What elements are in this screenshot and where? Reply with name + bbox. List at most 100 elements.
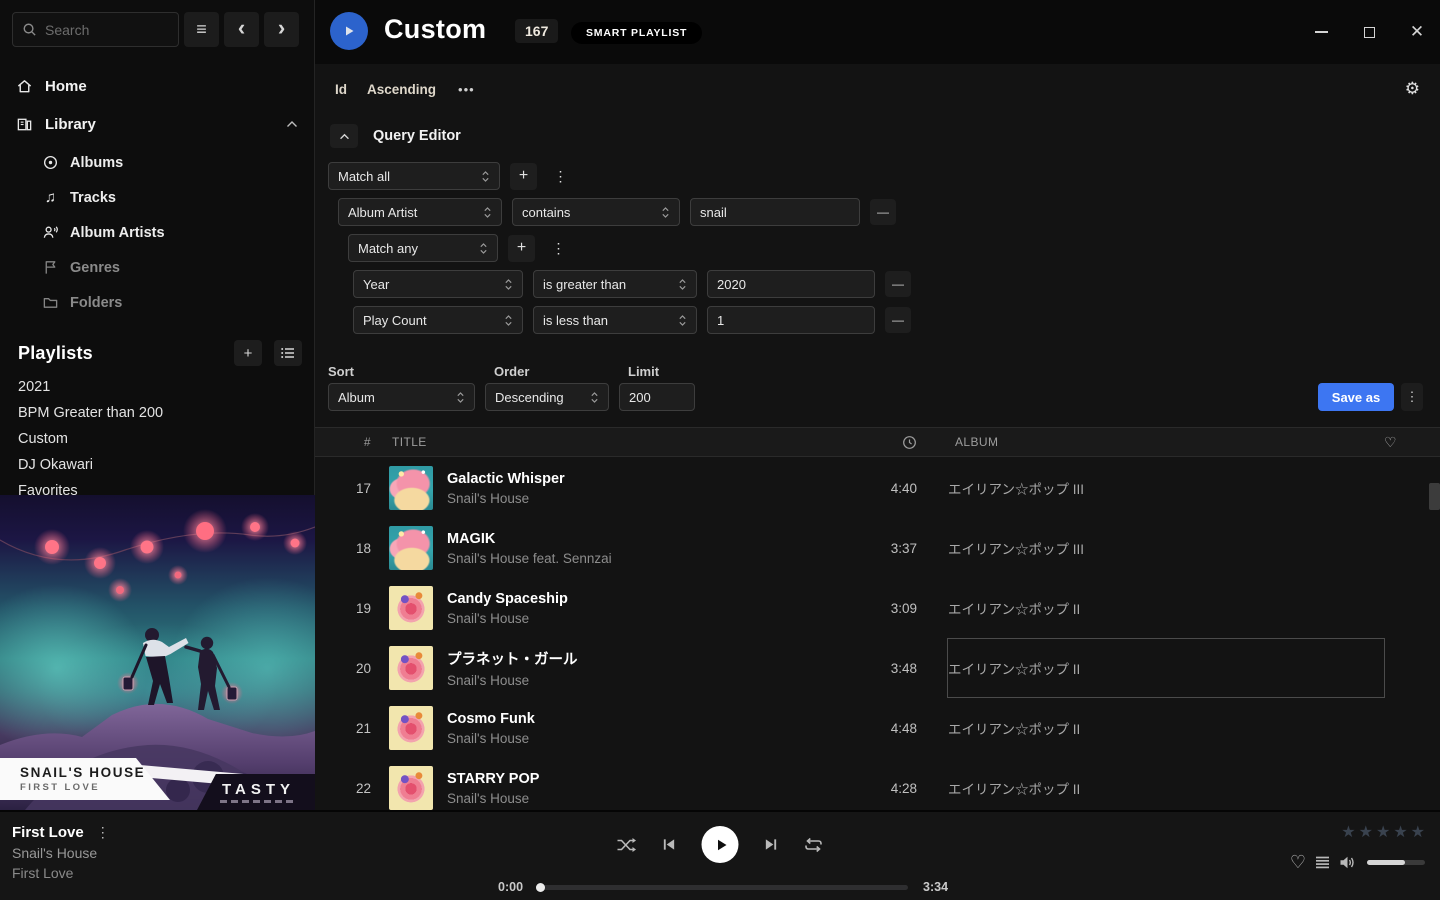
sort-direction-button[interactable]: Ascending <box>367 76 450 103</box>
rule-field-select[interactable]: Play Count <box>353 306 523 334</box>
seek-bar[interactable] <box>538 885 908 890</box>
rule-operator-select[interactable]: contains <box>512 198 680 226</box>
group-options-button[interactable]: ⋮ <box>545 235 572 262</box>
rule-operator-select[interactable]: is less than <box>533 306 697 334</box>
play-pause-button[interactable] <box>702 826 739 863</box>
play-playlist-button[interactable] <box>330 12 368 50</box>
star-icon[interactable]: ★ <box>1359 822 1373 842</box>
sidebar-item-label: Albums <box>70 155 123 171</box>
seek-bar-knob[interactable] <box>536 883 545 892</box>
window-maximize-button[interactable] <box>1360 23 1378 41</box>
sidebar-item-home[interactable]: Home <box>0 67 314 105</box>
save-options-button[interactable]: ⋮ <box>1401 383 1423 411</box>
track-album-cell[interactable]: エイリアン☆ポップ II <box>947 758 1385 818</box>
repeat-button[interactable] <box>804 837 824 853</box>
rule-value-input[interactable] <box>707 270 875 298</box>
track-row[interactable]: 22 STARRY POP Snail's House 4:28 エイリアン☆ポ… <box>315 758 1440 818</box>
sidebar-item-genres[interactable]: Genres <box>0 250 314 285</box>
track-album-cell[interactable]: エイリアン☆ポップ II <box>947 578 1385 638</box>
sidebar-nav: Home Library Albums ♫ Tracks Album Art <box>0 59 314 504</box>
collapse-query-button[interactable] <box>330 124 358 148</box>
sidebar-menu-button[interactable]: ≡ <box>184 12 219 47</box>
track-row[interactable]: 17 Galactic Whisper Snail's House 4:40 エ… <box>315 458 1440 518</box>
track-row[interactable]: 21 Cosmo Funk Snail's House 4:48 エイリアン☆ポ… <box>315 698 1440 758</box>
playlist-item-custom[interactable]: Custom <box>0 426 314 452</box>
column-header-album[interactable]: ALBUM <box>955 435 1384 449</box>
close-icon: ✕ <box>1410 22 1424 42</box>
sidebar-item-albums[interactable]: Albums <box>0 145 314 180</box>
next-button[interactable] <box>764 837 779 852</box>
now-playing-artist[interactable]: Snail's House <box>12 845 110 861</box>
add-rule-button[interactable]: + <box>510 163 537 190</box>
sort-field-button[interactable]: Id <box>335 76 367 103</box>
track-album: エイリアン☆ポップ II <box>948 658 1080 678</box>
playlist-header: Custom 167 SMART PLAYLIST ✕ <box>315 0 1440 64</box>
track-row[interactable]: 20 プラネット・ガール Snail's House 3:48 エイリアン☆ポッ… <box>315 638 1440 698</box>
sidebar: ≡ ‹ › Home Library Albums ♫ Tr <box>0 0 315 810</box>
play-icon <box>714 838 728 852</box>
sidebar-item-album-artists[interactable]: Album Artists <box>0 215 314 250</box>
rule-value-input[interactable] <box>707 306 875 334</box>
column-header-duration[interactable] <box>822 435 925 450</box>
star-icon[interactable]: ★ <box>1376 822 1390 842</box>
star-icon[interactable]: ★ <box>1411 822 1425 842</box>
playlist-item-2021[interactable]: 2021 <box>0 374 314 400</box>
now-playing-options-button[interactable]: ⋮ <box>96 824 110 841</box>
remove-rule-button[interactable]: — <box>870 199 896 225</box>
limit-input[interactable] <box>619 383 695 411</box>
shuffle-button[interactable] <box>617 837 637 853</box>
sidebar-item-library[interactable]: Library <box>0 105 314 143</box>
remove-rule-button[interactable]: — <box>885 271 911 297</box>
track-album-cell[interactable]: エイリアン☆ポップ III <box>947 458 1385 518</box>
now-playing-album[interactable]: First Love <box>12 865 110 881</box>
playlist-list: 2021 BPM Greater than 200 Custom DJ Okaw… <box>0 374 314 504</box>
rule-field-select[interactable]: Album Artist <box>338 198 502 226</box>
sidebar-item-folders[interactable]: Folders <box>0 285 314 320</box>
save-as-button[interactable]: Save as <box>1318 383 1394 411</box>
window-close-button[interactable]: ✕ <box>1408 23 1426 41</box>
playlist-item-bpm[interactable]: BPM Greater than 200 <box>0 400 314 426</box>
star-icon[interactable]: ★ <box>1341 822 1355 842</box>
now-playing-artwork[interactable]: SNAIL'S HOUSE FIRST LOVE TASTY <box>0 495 315 810</box>
star-icon[interactable]: ★ <box>1393 822 1407 842</box>
playlist-list-button[interactable] <box>274 340 302 366</box>
window-minimize-button[interactable] <box>1312 23 1330 41</box>
track-album-cell[interactable]: エイリアン☆ポップ II <box>947 698 1385 758</box>
play-icon <box>342 24 356 38</box>
playlist-item-dj-okawari[interactable]: DJ Okawari <box>0 452 314 478</box>
order-select[interactable]: Descending <box>485 383 609 411</box>
sort-select[interactable]: Album <box>328 383 475 411</box>
volume-slider[interactable] <box>1367 860 1425 865</box>
remove-rule-button[interactable]: — <box>885 307 911 333</box>
search-input-container[interactable] <box>12 12 179 47</box>
column-header-favorite[interactable]: ♡ <box>1384 434 1440 451</box>
column-header-title[interactable]: TITLE <box>392 435 822 449</box>
match-type-select[interactable]: Match any <box>348 234 498 262</box>
rule-field-select[interactable]: Year <box>353 270 523 298</box>
track-meta: Candy Spaceship Snail's House <box>447 591 819 626</box>
track-row[interactable]: 19 Candy Spaceship Snail's House 3:09 エイ… <box>315 578 1440 638</box>
add-rule-button[interactable]: + <box>508 235 535 262</box>
track-row[interactable]: 18 MAGIK Snail's House feat. Sennzai 3:3… <box>315 518 1440 578</box>
sidebar-item-tracks[interactable]: ♫ Tracks <box>0 180 314 215</box>
match-type-select[interactable]: Match all <box>328 162 500 190</box>
track-meta: Galactic Whisper Snail's House <box>447 471 819 506</box>
gear-icon[interactable]: ⚙ <box>1405 79 1420 99</box>
more-options-button[interactable]: ••• <box>450 76 483 103</box>
group-options-button[interactable]: ⋮ <box>547 163 574 190</box>
queue-button[interactable] <box>1315 856 1330 869</box>
rule-value-input[interactable] <box>690 198 860 226</box>
favorite-button[interactable]: ♡ <box>1290 852 1306 873</box>
scrollbar-thumb[interactable] <box>1429 483 1440 510</box>
volume-button[interactable] <box>1339 855 1356 870</box>
column-header-number[interactable]: # <box>315 435 371 449</box>
nav-forward-button[interactable]: › <box>264 12 299 47</box>
search-input[interactable] <box>45 22 155 38</box>
previous-button[interactable] <box>662 837 677 852</box>
limit-label: Limit <box>628 364 659 379</box>
nav-back-button[interactable]: ‹ <box>224 12 259 47</box>
track-album-cell[interactable]: エイリアン☆ポップ II <box>947 638 1385 698</box>
rule-operator-select[interactable]: is greater than <box>533 270 697 298</box>
track-album-cell[interactable]: エイリアン☆ポップ III <box>947 518 1385 578</box>
add-playlist-button[interactable]: + <box>234 340 262 366</box>
